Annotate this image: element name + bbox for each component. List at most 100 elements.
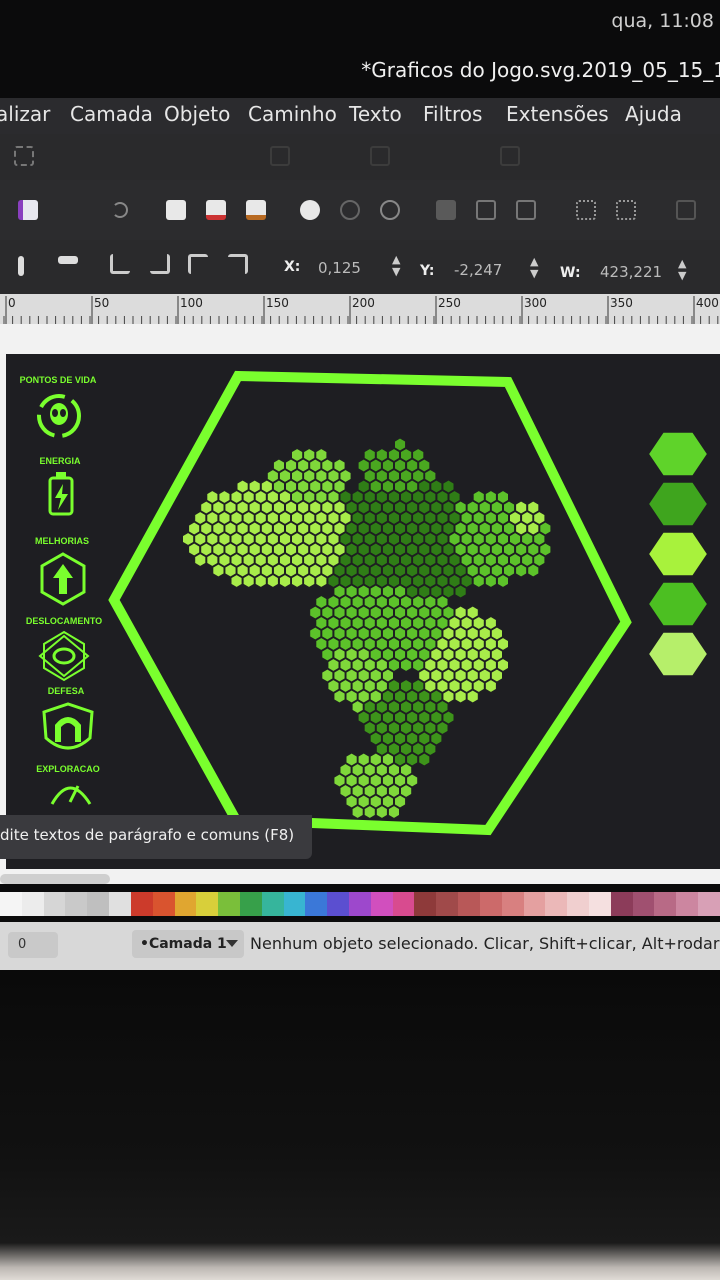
palette-swatch[interactable] <box>567 892 589 916</box>
game-artboard[interactable]: PONTOS DE VIDA ENERGIA MELHORIAS DESLOCA… <box>6 354 720 869</box>
y-spinner-icon[interactable]: ▲ ▼ <box>530 256 538 280</box>
snap-node-icon[interactable] <box>270 146 290 166</box>
map-hex-cell <box>430 710 443 725</box>
horizontal-scrollbar[interactable] <box>0 874 110 884</box>
map-hex-cell <box>255 490 267 504</box>
canvas-area[interactable]: PONTOS DE VIDA ENERGIA MELHORIAS DESLOCA… <box>0 324 720 884</box>
map-hex-cell <box>364 574 376 588</box>
paste-icon[interactable] <box>246 200 266 220</box>
palette-swatch[interactable] <box>370 892 393 916</box>
palette-swatch[interactable] <box>523 892 546 916</box>
map-hex-cell <box>279 532 291 546</box>
ruler-label: 100 <box>180 296 203 310</box>
palette-swatch[interactable] <box>43 892 66 916</box>
map-hex-cell <box>357 689 370 704</box>
palette-swatch[interactable] <box>545 892 568 916</box>
zoom-page-icon[interactable] <box>340 200 360 220</box>
palette-swatch[interactable] <box>458 892 480 916</box>
flip-icon[interactable] <box>18 256 24 276</box>
palette-swatch[interactable] <box>218 892 240 916</box>
palette-swatch[interactable] <box>610 892 633 916</box>
zoom-field[interactable]: 0 <box>8 932 58 958</box>
map-hex-cell <box>364 805 376 819</box>
clone-icon[interactable] <box>476 200 496 220</box>
palette-swatch[interactable] <box>501 892 524 916</box>
unlink-clone-icon[interactable] <box>516 200 536 220</box>
snap-guide-icon[interactable] <box>370 146 390 166</box>
palette-swatch[interactable] <box>479 892 502 916</box>
lower-to-bottom-icon[interactable] <box>228 254 248 274</box>
menu-ajuda[interactable]: Ajuda <box>625 102 682 126</box>
palette-swatch[interactable] <box>261 892 284 916</box>
palette-swatch[interactable] <box>65 892 88 916</box>
menu-texto[interactable]: Texto <box>349 102 402 126</box>
y-field[interactable]: -2,247 <box>454 261 502 279</box>
menu-camada[interactable]: Camada <box>70 102 153 126</box>
palette-swatch[interactable] <box>676 892 698 916</box>
palette-swatch[interactable] <box>654 892 677 916</box>
palette-swatch[interactable] <box>130 892 153 916</box>
x-spinner-icon[interactable]: ▲ ▼ <box>392 254 400 278</box>
palette-swatch[interactable] <box>698 892 720 916</box>
raise-icon[interactable] <box>150 254 170 274</box>
redo-icon[interactable] <box>112 202 128 218</box>
hud-label-pontos-de-vida: PONTOS DE VIDA <box>20 375 97 385</box>
map-hex-cell <box>388 700 400 714</box>
map-hex-cell <box>303 511 315 525</box>
palette-swatch[interactable] <box>109 892 131 916</box>
map-hex-cell <box>230 532 243 546</box>
new-document-icon[interactable] <box>18 200 38 220</box>
zoom-drawing-icon[interactable] <box>300 200 320 220</box>
palette-swatch[interactable] <box>152 892 175 916</box>
palette-swatch[interactable] <box>305 892 328 916</box>
palette-swatch[interactable] <box>588 892 611 916</box>
duplicate-icon[interactable] <box>436 200 456 220</box>
palette-swatch[interactable] <box>87 892 110 916</box>
map-hex-cell <box>376 742 388 756</box>
palette-swatch[interactable] <box>239 892 262 916</box>
w-spinner-icon[interactable]: ▲ ▼ <box>678 258 686 282</box>
map-hex-cell <box>491 521 503 536</box>
palette-swatch[interactable] <box>327 892 349 916</box>
palette-swatch[interactable] <box>196 892 219 916</box>
raise-to-top-icon[interactable] <box>110 254 130 274</box>
palette-swatch[interactable] <box>349 892 371 916</box>
map-hex-cell <box>357 521 370 536</box>
palette-swatch[interactable] <box>436 892 459 916</box>
map-hex-cell <box>394 500 406 515</box>
map-hex-cell <box>309 458 321 473</box>
map-hex-cell <box>479 668 491 683</box>
map-hex-cell <box>339 490 352 504</box>
zoom-width-icon[interactable] <box>380 200 400 220</box>
snap-page-icon[interactable] <box>500 146 520 166</box>
lower-icon[interactable] <box>188 254 208 274</box>
cut-icon[interactable] <box>206 200 226 220</box>
color-palette[interactable] <box>0 892 720 916</box>
horizontal-ruler[interactable]: 0 50 100 150 200 250 300 350 400 <box>0 294 720 324</box>
palette-swatch[interactable] <box>21 892 44 916</box>
menu-extensoes[interactable]: Extensões <box>506 102 609 126</box>
ungroup-icon[interactable] <box>616 200 636 220</box>
palette-swatch[interactable] <box>0 892 22 916</box>
group-icon[interactable] <box>576 200 596 220</box>
palette-swatch[interactable] <box>392 892 415 916</box>
menu-filtros[interactable]: Filtros <box>423 102 482 126</box>
menu-objeto[interactable]: Objeto <box>164 102 230 126</box>
menu-caminho[interactable]: Caminho <box>248 102 337 126</box>
map-hex-cell <box>327 553 340 567</box>
snap-bbox-icon[interactable] <box>14 146 34 166</box>
palette-swatch[interactable] <box>414 892 437 916</box>
w-field[interactable]: 423,221 <box>600 263 662 281</box>
alien-cycle-icon <box>37 394 81 438</box>
menu-visualizar[interactable]: alizar <box>0 102 50 126</box>
palette-swatch[interactable] <box>283 892 306 916</box>
copy-icon[interactable] <box>166 200 186 220</box>
rotate-icon[interactable] <box>58 256 78 264</box>
fill-stroke-icon[interactable] <box>676 200 696 220</box>
palette-swatch[interactable] <box>174 892 197 916</box>
x-field[interactable]: 0,125 <box>318 259 361 277</box>
map-hex-cell <box>339 763 352 777</box>
palette-swatch[interactable] <box>632 892 655 916</box>
map-hex-cell <box>406 626 418 641</box>
layer-dropdown[interactable]: •Camada 1 <box>132 930 244 958</box>
